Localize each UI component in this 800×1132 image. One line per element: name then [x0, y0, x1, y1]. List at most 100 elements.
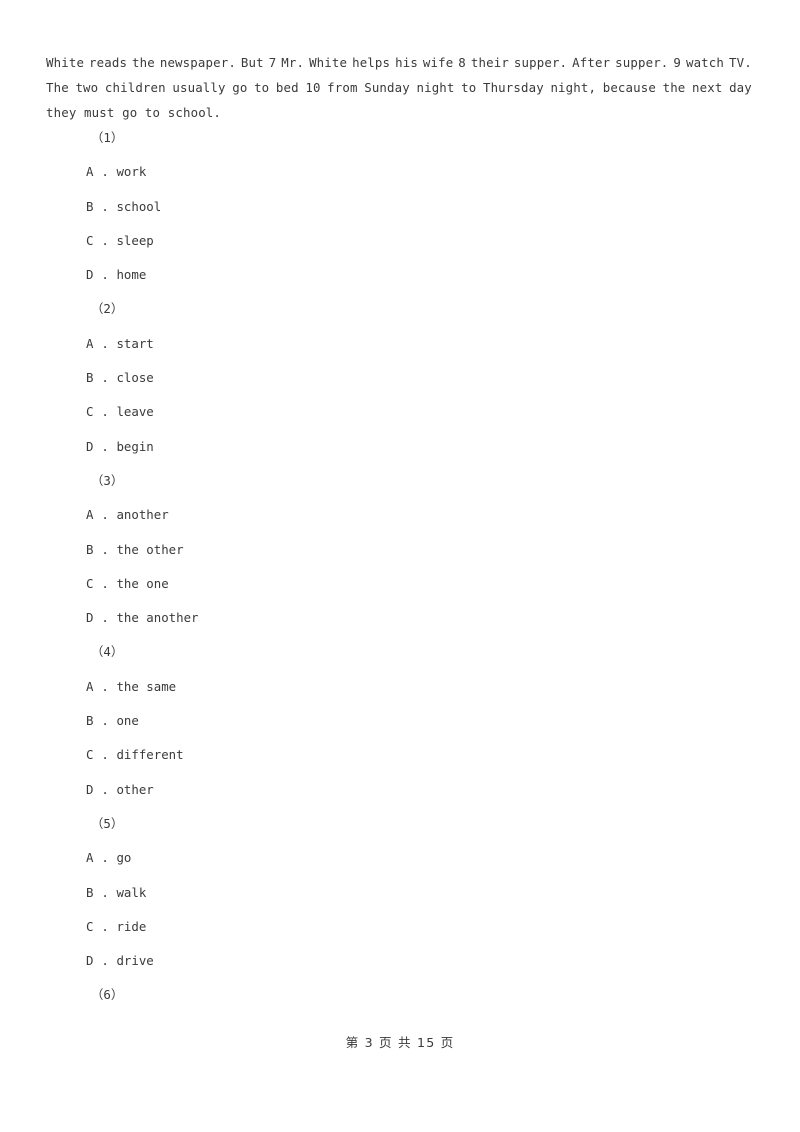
- passage-word: watch: [685, 55, 725, 70]
- option-text: drive: [108, 953, 154, 969]
- passage-word: reads: [89, 55, 128, 70]
- question-number: （4）: [91, 644, 124, 660]
- option-text: school: [108, 198, 162, 214]
- question-number: （2）: [91, 301, 124, 317]
- passage-word: 7: [268, 55, 277, 70]
- question-number: （1）: [91, 130, 124, 145]
- option-label: B .: [86, 370, 109, 386]
- option-label: B .: [86, 884, 109, 900]
- answer-option[interactable]: C . different: [0, 738, 800, 772]
- answer-option[interactable]: D . the another: [0, 601, 800, 635]
- passage-word: night: [416, 80, 455, 96]
- option-text: the same: [108, 678, 177, 694]
- passage-word: day: [729, 80, 752, 96]
- option-text: ride: [108, 918, 147, 934]
- passage-word: After: [572, 55, 611, 70]
- passage-line-2: The two children usually go to bed 10 from Sunday…: [46, 75, 752, 100]
- option-text: sleep: [108, 232, 154, 248]
- option-text: walk: [108, 884, 147, 900]
- option-text: another: [108, 507, 169, 523]
- answer-option[interactable]: B . the other: [0, 533, 800, 567]
- answer-option[interactable]: A . another: [0, 498, 800, 532]
- passage-word: to: [254, 80, 270, 96]
- passage-word: Thursday: [482, 80, 544, 96]
- option-label: B .: [86, 713, 109, 729]
- passage-word: wife: [422, 55, 454, 70]
- passage-word: the: [662, 80, 686, 96]
- option-text: the one: [108, 575, 169, 591]
- option-text: one: [108, 713, 139, 729]
- passage-word: The: [46, 80, 69, 96]
- answer-option[interactable]: A . work: [0, 155, 800, 189]
- document-page: White reads the newspaper. But 7 Mr. White helps…: [0, 0, 800, 1132]
- passage-word: because: [602, 80, 656, 96]
- passage-word: two: [75, 80, 99, 96]
- passage-word: their: [470, 55, 509, 70]
- passage-word: usually: [172, 80, 226, 96]
- passage-word: supper.: [615, 55, 669, 70]
- answer-option[interactable]: B . school: [0, 190, 800, 224]
- passage-word: 8: [458, 55, 466, 70]
- option-label: D .: [86, 267, 109, 283]
- passage-word: TV.: [728, 55, 752, 70]
- passage-word: supper.: [513, 55, 568, 70]
- answer-option[interactable]: B . walk: [0, 876, 800, 910]
- page-footer: 第 3 页 共 15 页: [345, 1035, 455, 1050]
- option-label: C .: [86, 747, 109, 763]
- option-label: C .: [86, 575, 109, 591]
- option-label: A .: [86, 164, 109, 180]
- option-text: work: [108, 164, 147, 180]
- option-text: close: [108, 370, 154, 386]
- option-text: go: [108, 850, 132, 866]
- option-label: B .: [86, 541, 109, 557]
- answer-option[interactable]: D . other: [0, 773, 800, 807]
- passage-word: But: [240, 55, 264, 70]
- passage-word: to: [461, 80, 477, 96]
- option-label: A .: [86, 507, 109, 523]
- option-label: C .: [86, 918, 109, 934]
- passage-word: night,: [550, 80, 597, 96]
- passage-word: the: [132, 55, 155, 70]
- passage-text: White reads the newspaper. But 7 Mr. White helps…: [46, 50, 752, 126]
- passage-word: newspaper.: [159, 55, 236, 70]
- answer-option[interactable]: A . the same: [0, 670, 800, 704]
- option-text: other: [108, 781, 154, 797]
- answer-option[interactable]: B . one: [0, 704, 800, 738]
- answer-option[interactable]: C . the one: [0, 567, 800, 601]
- option-text: the other: [108, 541, 184, 557]
- answer-option[interactable]: C . leave: [0, 395, 800, 429]
- answer-option[interactable]: C . sleep: [0, 224, 800, 258]
- passage-word: children: [104, 80, 166, 96]
- option-label: D .: [86, 781, 109, 797]
- option-label: C .: [86, 404, 109, 420]
- passage-word: White: [46, 55, 85, 70]
- option-text: different: [108, 747, 184, 763]
- answer-option[interactable]: B . close: [0, 361, 800, 395]
- option-text: start: [108, 335, 154, 351]
- passage-word: bed: [275, 80, 299, 96]
- answer-option[interactable]: A . go: [0, 841, 800, 875]
- question-number: （3）: [91, 472, 124, 488]
- option-label: B .: [86, 198, 109, 214]
- answer-option[interactable]: A . start: [0, 327, 800, 361]
- passage-word: helps: [352, 55, 391, 70]
- option-label: D .: [86, 953, 109, 969]
- option-label: A .: [86, 678, 109, 694]
- option-text: the another: [108, 610, 199, 626]
- passage-word: from: [327, 80, 358, 96]
- passage-word: his: [395, 55, 418, 70]
- passage-word: go: [232, 80, 248, 96]
- answer-option[interactable]: C . ride: [0, 910, 800, 944]
- answer-option[interactable]: D . drive: [0, 944, 800, 978]
- answer-option[interactable]: D . home: [0, 258, 800, 292]
- option-text: begin: [108, 438, 154, 454]
- option-text: home: [108, 267, 147, 283]
- passage-word: 10: [305, 80, 321, 96]
- option-label: A .: [86, 335, 109, 351]
- passage-word: White: [309, 55, 348, 70]
- option-label: D .: [86, 610, 109, 626]
- answer-option[interactable]: D . begin: [0, 430, 800, 464]
- question-number: （5）: [91, 815, 124, 831]
- option-label: D .: [86, 438, 109, 454]
- passage-word: next: [692, 80, 723, 96]
